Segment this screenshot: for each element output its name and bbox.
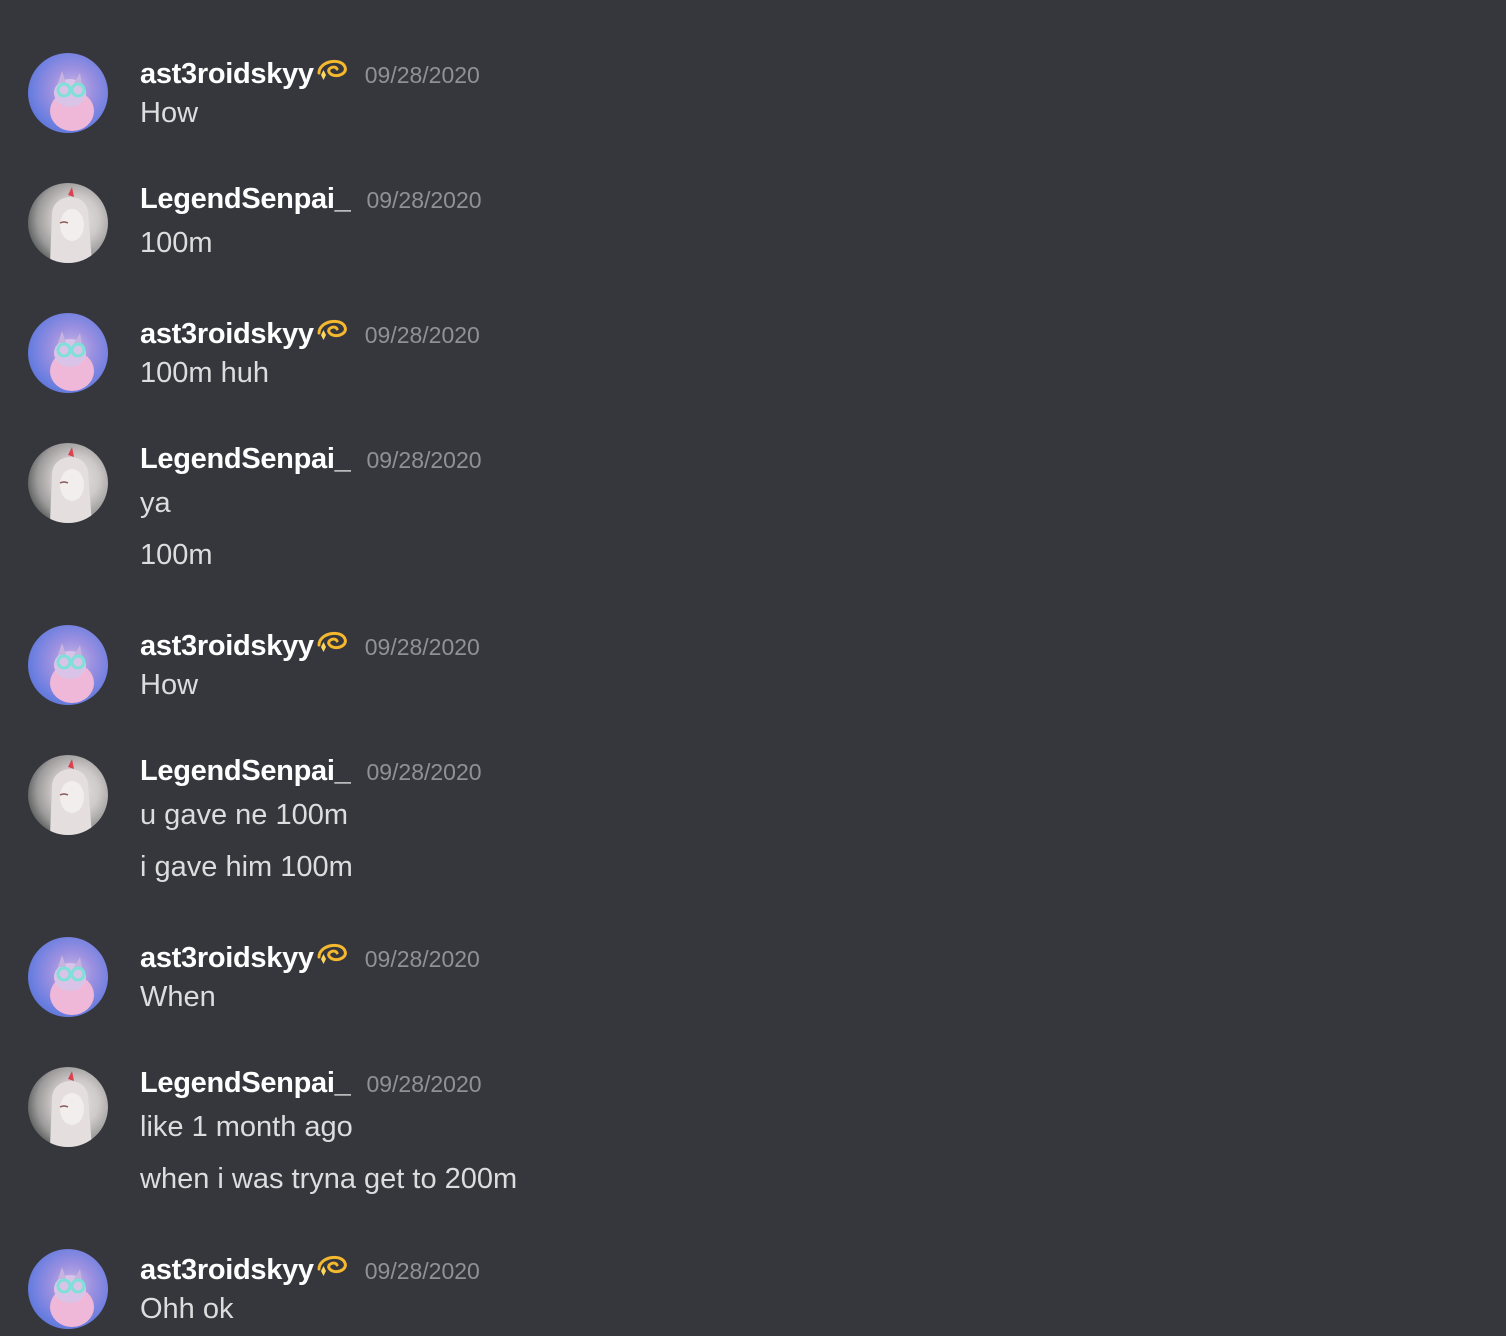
message-text: i gave him 100m <box>140 851 353 883</box>
timestamp: 09/28/2020 <box>364 322 480 348</box>
cat-with-sunglasses-avatar-icon <box>50 71 94 131</box>
avatar[interactable] <box>28 755 108 835</box>
message-header: LegendSenpai_ 09/28/2020 <box>140 1067 482 1107</box>
message-text: How <box>140 669 199 701</box>
message-text: 100m huh <box>140 357 269 389</box>
cat-with-sunglasses-avatar-icon <box>50 643 94 703</box>
cat-with-sunglasses-avatar-icon <box>50 1267 94 1327</box>
avatar[interactable] <box>28 1067 108 1147</box>
message-header: ast3roidskyy 09/28/2020 <box>140 937 480 977</box>
message-text: When <box>140 981 216 1013</box>
username[interactable]: ast3roidskyy <box>140 1254 314 1287</box>
message-header: LegendSenpai_ 09/28/2020 <box>140 183 482 223</box>
avatar[interactable] <box>28 53 108 133</box>
dizzy-emoji-icon <box>317 319 347 340</box>
message-text: Ohh ok <box>140 1293 234 1325</box>
message-text: 100m <box>140 227 213 259</box>
username[interactable]: ast3roidskyy <box>140 942 314 975</box>
message-text: when i was tryna get to 200m <box>140 1163 518 1195</box>
timestamp: 09/28/2020 <box>366 187 482 213</box>
timestamp: 09/28/2020 <box>366 1071 482 1097</box>
avatar[interactable] <box>28 443 108 523</box>
message-header: LegendSenpai_ 09/28/2020 <box>140 755 482 795</box>
message-text: How <box>140 97 199 129</box>
cat-with-sunglasses-avatar-icon <box>50 331 94 391</box>
avatar[interactable] <box>28 313 108 393</box>
cat-with-sunglasses-avatar-icon <box>50 955 94 1015</box>
avatar[interactable] <box>28 625 108 705</box>
dizzy-emoji-icon <box>317 943 347 964</box>
message-text: u gave ne 100m <box>140 799 348 831</box>
username[interactable]: LegendSenpai_ <box>140 443 351 476</box>
username[interactable]: LegendSenpai_ <box>140 755 351 788</box>
message-header: ast3roidskyy 09/28/2020 <box>140 313 480 353</box>
username[interactable]: ast3roidskyy <box>140 58 314 91</box>
dizzy-emoji-icon <box>317 631 347 652</box>
message-header: ast3roidskyy 09/28/2020 <box>140 625 480 665</box>
timestamp: 09/28/2020 <box>364 62 480 88</box>
timestamp: 09/28/2020 <box>364 1258 480 1284</box>
message-text: 100m <box>140 539 213 571</box>
dizzy-emoji-icon <box>317 1255 347 1276</box>
dizzy-emoji-icon <box>317 59 347 80</box>
message-header: ast3roidskyy 09/28/2020 <box>140 1249 480 1289</box>
anime-character-avatar-icon <box>50 759 92 835</box>
message-header: ast3roidskyy 09/28/2020 <box>140 53 480 93</box>
anime-character-avatar-icon <box>50 1071 92 1147</box>
username[interactable]: LegendSenpai_ <box>140 183 351 216</box>
timestamp: 09/28/2020 <box>366 759 482 785</box>
avatar[interactable] <box>28 183 108 263</box>
timestamp: 09/28/2020 <box>364 946 480 972</box>
avatar[interactable] <box>28 937 108 1017</box>
anime-character-avatar-icon <box>50 187 92 263</box>
timestamp: 09/28/2020 <box>364 634 480 660</box>
message-text: ya <box>140 487 171 519</box>
username[interactable]: ast3roidskyy <box>140 630 314 663</box>
timestamp: 09/28/2020 <box>366 447 482 473</box>
message-text: like 1 month ago <box>140 1111 353 1143</box>
avatar[interactable] <box>28 1249 108 1329</box>
username[interactable]: ast3roidskyy <box>140 318 314 351</box>
username[interactable]: LegendSenpai_ <box>140 1067 351 1100</box>
message-header: LegendSenpai_ 09/28/2020 <box>140 443 482 483</box>
anime-character-avatar-icon <box>50 447 92 523</box>
